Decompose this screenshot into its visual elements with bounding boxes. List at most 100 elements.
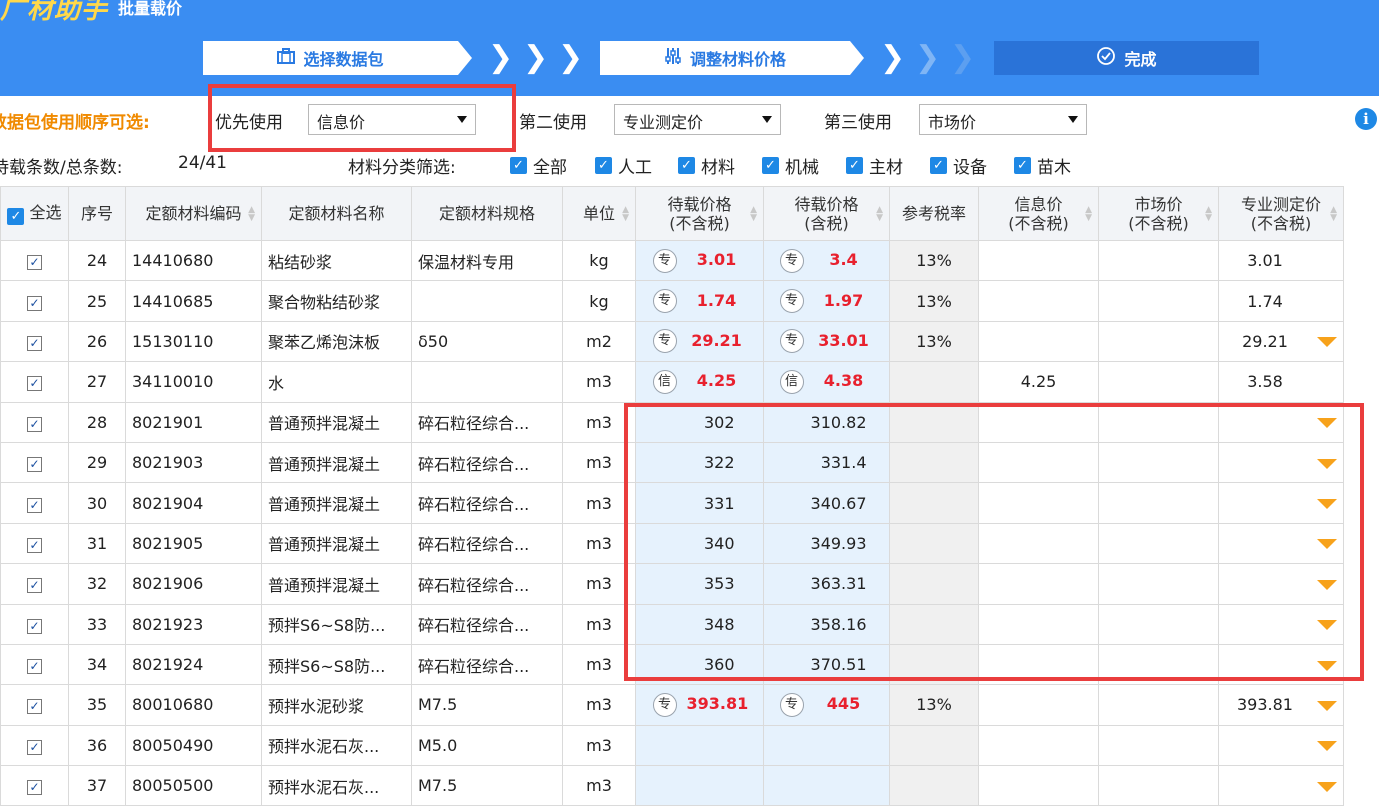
source-tag[interactable]: 专 xyxy=(652,692,677,717)
source-tag[interactable]: 专 xyxy=(652,329,677,354)
price-in-tax-cell[interactable]: 349.93 xyxy=(763,522,890,565)
pro-price-cell[interactable]: 29.21 xyxy=(1218,320,1344,363)
price-in-tax-cell[interactable]: 信 4.38 xyxy=(763,361,890,403)
table-row[interactable]: ✓ 26 15130110 聚苯乙烯泡沫板 δ50 m2 专 29.21 专 33.01 13% 29… xyxy=(0,320,1344,363)
pro-price-cell[interactable]: 393.81 xyxy=(1218,684,1344,726)
dropdown-arrow-icon[interactable] xyxy=(1317,620,1337,631)
pro-price-cell[interactable]: 3.58 xyxy=(1218,361,1344,403)
price-ex-tax-cell[interactable] xyxy=(635,765,764,806)
step-select-package[interactable]: 选择数据包 xyxy=(203,41,458,75)
sort-icon[interactable]: ▲ ▼ xyxy=(750,206,757,223)
checkbox-checked-icon[interactable]: ✓ xyxy=(27,295,42,311)
row-select-cell[interactable]: ✓ xyxy=(0,482,69,524)
table-row[interactable]: ✓ 35 80010680 预拌水泥砂浆 M7.5 m3 专 393.81 专 445 13% 393… xyxy=(0,684,1344,726)
row-select-cell[interactable]: ✓ xyxy=(0,603,69,645)
step-adjust-price[interactable]: 调整材料价格 xyxy=(600,41,850,75)
row-select-cell[interactable]: ✓ xyxy=(0,643,69,686)
price-in-tax-cell[interactable]: 331.4 xyxy=(763,441,890,484)
checkbox-checked-icon[interactable]: ✓ xyxy=(27,739,42,755)
table-row[interactable]: ✓ 33 8021923 预拌S6~S8防... 碎石粒径综合... m3 348 358.1… xyxy=(0,603,1344,645)
dropdown-arrow-icon[interactable] xyxy=(1317,781,1337,792)
row-select-cell[interactable]: ✓ xyxy=(0,441,69,484)
price-ex-tax-cell[interactable] xyxy=(635,724,764,767)
price-in-tax-cell[interactable]: 专 445 xyxy=(763,684,890,726)
pro-price-cell[interactable]: 3.01 xyxy=(1218,239,1344,282)
dropdown-arrow-icon[interactable] xyxy=(1317,499,1337,510)
sort-icon[interactable]: ▲ ▼ xyxy=(248,206,255,223)
price-ex-tax-cell[interactable]: 322 xyxy=(635,441,764,484)
price-in-tax-cell[interactable]: 370.51 xyxy=(763,643,890,686)
dropdown-arrow-icon[interactable] xyxy=(1317,458,1337,469)
table-row[interactable]: ✓ 28 8021901 普通预拌混凝土 碎石粒径综合... m3 302 310.82 xyxy=(0,401,1344,443)
dropdown-arrow-icon[interactable] xyxy=(1317,539,1337,550)
checkbox-checked-icon[interactable]: ✓ xyxy=(27,618,42,634)
pro-price-header[interactable]: 专业测定价 (不含税) ▲ ▼ xyxy=(1218,186,1344,241)
price-in-tax-cell[interactable] xyxy=(763,724,890,767)
pro-price-cell[interactable] xyxy=(1218,522,1344,565)
table-row[interactable]: ✓ 36 80050490 预拌水泥石灰... M5.0 m3 xyxy=(0,724,1344,767)
pro-price-cell[interactable] xyxy=(1218,482,1344,524)
checkbox-checked-icon[interactable]: ✓ xyxy=(27,578,42,594)
price-ex-tax-cell[interactable]: 302 xyxy=(635,401,764,443)
checkbox-checked-icon[interactable]: ✓ xyxy=(27,699,42,715)
row-select-cell[interactable]: ✓ xyxy=(0,361,69,403)
row-select-cell[interactable]: ✓ xyxy=(0,684,69,726)
table-row[interactable]: ✓ 29 8021903 普通预拌混凝土 碎石粒径综合... m3 322 331.4 xyxy=(0,441,1344,484)
pro-price-cell[interactable] xyxy=(1218,401,1344,443)
price-ex-tax-cell[interactable]: 340 xyxy=(635,522,764,565)
pro-price-cell[interactable] xyxy=(1218,643,1344,686)
price-in-tax-header[interactable]: 待载价格 (含税) ▲ ▼ xyxy=(763,186,890,241)
source-tag[interactable]: 专 xyxy=(779,248,804,273)
price-in-tax-cell[interactable]: 专 1.97 xyxy=(763,280,890,322)
checkbox-checked-icon[interactable]: ✓ xyxy=(27,497,42,513)
price-in-tax-cell[interactable] xyxy=(763,765,890,806)
filter-labor[interactable]: ✓ 人工 xyxy=(595,153,652,178)
row-select-cell[interactable]: ✓ xyxy=(0,563,69,605)
filter-equipment[interactable]: ✓ 设备 xyxy=(930,153,987,178)
sort-icon[interactable]: ▲ ▼ xyxy=(876,206,883,223)
row-select-cell[interactable]: ✓ xyxy=(0,401,69,443)
sort-icon[interactable]: ▲ ▼ xyxy=(622,206,629,223)
price-ex-tax-cell[interactable]: 专 393.81 xyxy=(635,684,764,726)
first-use-select[interactable]: 信息价 xyxy=(308,104,476,135)
row-select-cell[interactable]: ✓ xyxy=(0,765,69,806)
row-select-cell[interactable]: ✓ xyxy=(0,522,69,565)
info-icon[interactable]: i xyxy=(1355,108,1377,130)
info-price-header[interactable]: 信息价 (不含税) ▲ ▼ xyxy=(978,186,1099,241)
checkbox-checked-icon[interactable]: ✓ xyxy=(27,376,42,392)
table-row[interactable]: ✓ 30 8021904 普通预拌混凝土 碎石粒径综合... m3 331 340.67 xyxy=(0,482,1344,524)
select-all-header[interactable]: ✓ 全选 xyxy=(0,186,69,241)
pro-price-cell[interactable] xyxy=(1218,563,1344,605)
filter-seedling[interactable]: ✓ 苗木 xyxy=(1014,153,1071,178)
row-select-cell[interactable]: ✓ xyxy=(0,320,69,363)
checkbox-checked-icon[interactable]: ✓ xyxy=(27,255,42,271)
second-use-select[interactable]: 专业测定价 xyxy=(614,104,781,135)
code-header[interactable]: 定额材料编码 ▲ ▼ xyxy=(125,186,262,241)
filter-machinery[interactable]: ✓ 机械 xyxy=(762,153,819,178)
third-use-select[interactable]: 市场价 xyxy=(919,104,1087,135)
price-ex-tax-cell[interactable]: 信 4.25 xyxy=(635,361,764,403)
price-in-tax-cell[interactable]: 340.67 xyxy=(763,482,890,524)
pro-price-cell[interactable] xyxy=(1218,441,1344,484)
step-complete[interactable]: 完成 xyxy=(994,41,1259,75)
checkbox-checked-icon[interactable]: ✓ xyxy=(27,416,42,432)
table-row[interactable]: ✓ 27 34110010 水 m3 信 4.25 信 4.38 4.25 3.58 xyxy=(0,361,1344,403)
dropdown-arrow-icon[interactable] xyxy=(1317,700,1337,711)
filter-material[interactable]: ✓ 材料 xyxy=(678,153,735,178)
source-tag[interactable]: 专 xyxy=(652,248,677,273)
table-row[interactable]: ✓ 32 8021906 普通预拌混凝土 碎石粒径综合... m3 353 363.31 xyxy=(0,563,1344,605)
checkbox-checked-icon[interactable]: ✓ xyxy=(27,659,42,675)
price-ex-tax-cell[interactable]: 353 xyxy=(635,563,764,605)
price-ex-tax-cell[interactable]: 专 1.74 xyxy=(635,280,764,322)
source-tag[interactable]: 专 xyxy=(779,692,804,717)
sort-icon[interactable]: ▲ ▼ xyxy=(1205,206,1212,223)
checkbox-checked-icon[interactable]: ✓ xyxy=(27,457,42,473)
dropdown-arrow-icon[interactable] xyxy=(1317,579,1337,590)
price-ex-tax-header[interactable]: 待载价格 (不含税) ▲ ▼ xyxy=(635,186,764,241)
dropdown-arrow-icon[interactable] xyxy=(1317,660,1337,671)
dropdown-arrow-icon[interactable] xyxy=(1317,741,1337,752)
row-select-cell[interactable]: ✓ xyxy=(0,724,69,767)
source-tag[interactable]: 信 xyxy=(779,369,804,394)
price-in-tax-cell[interactable]: 310.82 xyxy=(763,401,890,443)
table-row[interactable]: ✓ 24 14410680 粘结砂浆 保温材料专用 kg 专 3.01 专 3.4 13% 3.01 xyxy=(0,239,1344,282)
